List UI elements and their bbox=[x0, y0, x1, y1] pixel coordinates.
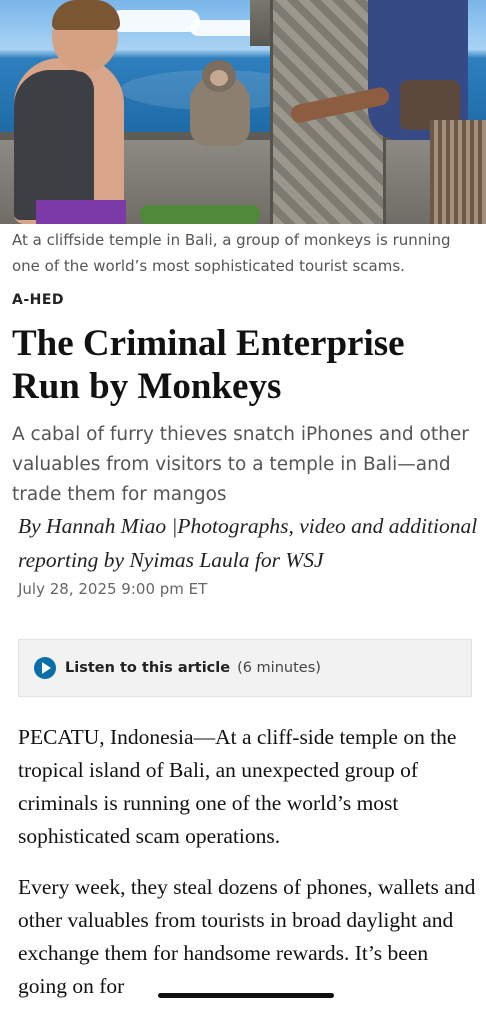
article-dek: A cabal of furry thieves snatch iPhones … bbox=[12, 424, 469, 505]
listen-to-article-button[interactable]: Listen to this article (6 minutes) bbox=[18, 639, 472, 697]
body-paragraph: Every week, they steal dozens of phones,… bbox=[18, 875, 476, 998]
article-headline: The Criminal Enterprise Run by Monkeys bbox=[12, 323, 405, 407]
hero-photo bbox=[0, 0, 486, 224]
article-body: PECATU, Indonesia—At a cliff-side temple… bbox=[18, 721, 478, 1021]
listen-duration: (6 minutes) bbox=[237, 660, 321, 676]
play-icon[interactable] bbox=[34, 657, 56, 679]
article-dateline: July 28, 2025 9:00 pm ET bbox=[18, 580, 208, 598]
home-indicator[interactable] bbox=[158, 993, 334, 998]
listen-label: Listen to this article bbox=[65, 660, 231, 676]
photo-caption: At a cliffside temple in Bali, a group o… bbox=[12, 231, 451, 275]
body-paragraph: PECATU, Indonesia—At a cliff-side temple… bbox=[18, 725, 457, 848]
article-byline[interactable]: By Hannah Miao |Photographs, video and a… bbox=[18, 509, 480, 577]
section-kicker[interactable]: A-HED bbox=[12, 292, 64, 308]
